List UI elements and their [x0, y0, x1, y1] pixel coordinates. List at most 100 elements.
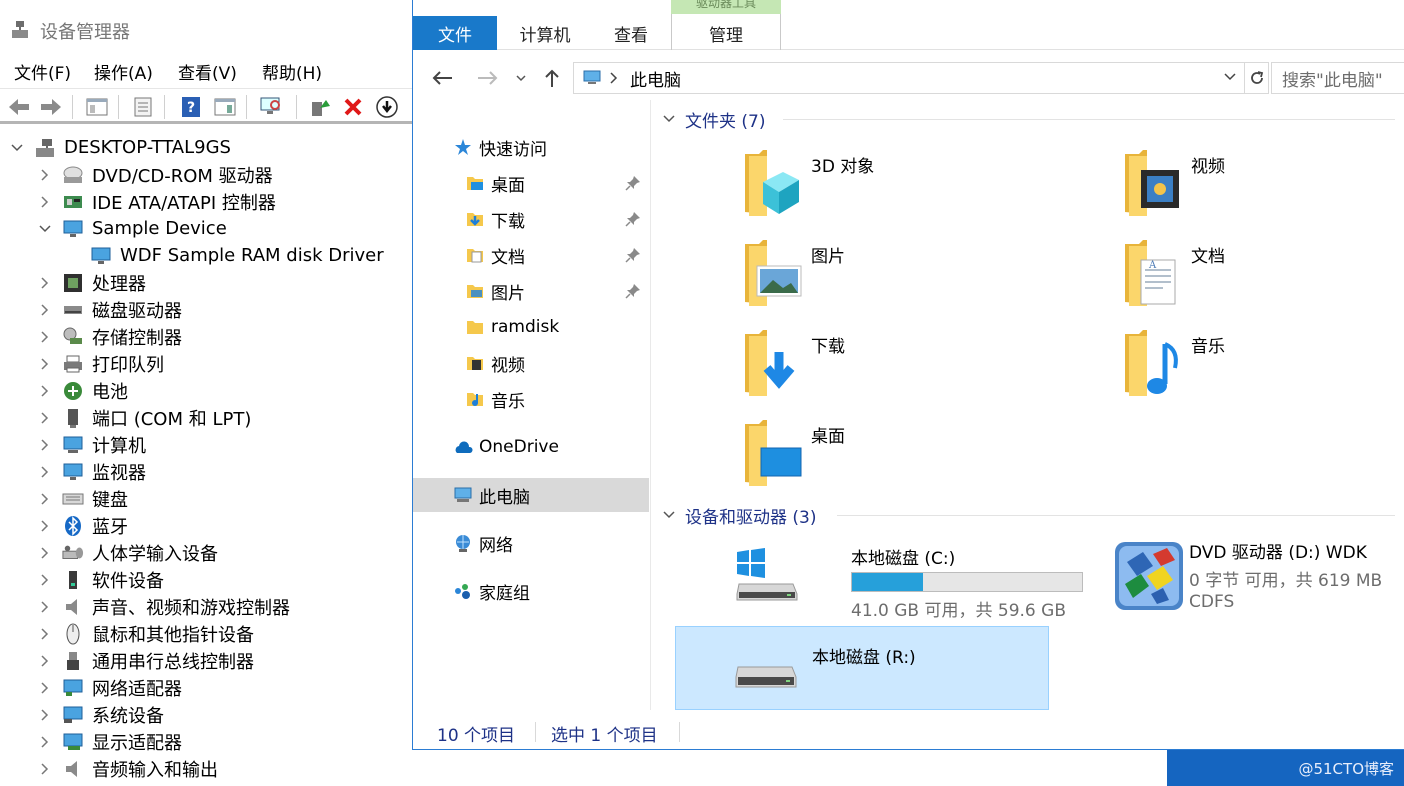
nav-quick-item[interactable]: 桌面 — [413, 166, 649, 200]
folder-tile[interactable]: A 文档 — [1123, 238, 1404, 318]
properties-button[interactable] — [130, 95, 156, 119]
chevron-right-icon[interactable] — [38, 465, 52, 479]
chevron-right-icon[interactable] — [38, 276, 52, 290]
chevron-right-icon[interactable] — [38, 303, 52, 317]
menu-help[interactable]: 帮助(H) — [262, 59, 322, 84]
tree-node[interactable]: 网络适配器 — [38, 674, 182, 701]
tree-node[interactable]: DVD/CD-ROM 驱动器 — [38, 161, 273, 188]
chevron-right-icon[interactable] — [38, 411, 52, 425]
tree-node[interactable]: 蓝牙 — [38, 512, 128, 539]
tree-node[interactable]: 音频输入和输出 — [38, 755, 218, 782]
tree-node[interactable]: 电池 — [38, 377, 128, 404]
uninstall-button[interactable] — [340, 95, 366, 119]
drives-group-header[interactable]: 设备和驱动器 (3) — [663, 502, 816, 528]
chevron-right-icon[interactable] — [38, 627, 52, 641]
update-driver-button[interactable] — [306, 95, 332, 119]
breadcrumb[interactable]: 此电脑 — [630, 66, 681, 91]
nav-quick-access[interactable]: 快速访问 — [413, 130, 649, 164]
tab-file[interactable]: 文件 — [413, 16, 497, 50]
folder-tile[interactable]: 3D 对象 — [743, 148, 1103, 228]
back-button[interactable] — [429, 66, 455, 90]
folder-tile[interactable]: 音乐 — [1123, 328, 1404, 408]
chevron-right-icon[interactable] — [38, 519, 52, 533]
chevron-right-icon[interactable] — [38, 681, 52, 695]
chevron-right-icon[interactable] — [38, 168, 52, 182]
folder-tile[interactable]: 图片 — [743, 238, 1103, 318]
tree-node[interactable]: IDE ATA/ATAPI 控制器 — [38, 188, 276, 215]
chevron-right-icon[interactable] — [38, 384, 52, 398]
nav-network[interactable]: 网络 — [413, 526, 649, 560]
chevron-right-icon[interactable] — [38, 492, 52, 506]
tree-node[interactable]: 磁盘驱动器 — [38, 296, 182, 323]
refresh-button[interactable] — [1245, 62, 1269, 94]
nav-quick-item[interactable]: 文档 — [413, 238, 649, 272]
tree-node[interactable]: 声音、视频和游戏控制器 — [38, 593, 290, 620]
tree-node[interactable]: 系统设备 — [38, 701, 164, 728]
show-hide-tree-button[interactable] — [84, 95, 110, 119]
pin-icon[interactable] — [625, 175, 641, 191]
chevron-down-icon[interactable] — [10, 141, 24, 155]
action-pane-button[interactable] — [212, 95, 238, 119]
nav-quick-item[interactable]: 视频 — [413, 346, 649, 380]
nav-quick-item[interactable]: 图片 — [413, 274, 649, 308]
menu-view[interactable]: 查看(V) — [178, 59, 237, 84]
nav-homegroup[interactable]: 家庭组 — [413, 574, 649, 608]
tree-node[interactable]: Sample Device — [38, 215, 227, 242]
chevron-right-icon[interactable] — [38, 600, 52, 614]
drive-c-tile[interactable]: 本地磁盘 (C:) 41.0 GB 可用，共 59.6 GB — [715, 532, 1089, 621]
tab-view[interactable]: 查看 — [595, 16, 667, 50]
chevron-right-icon[interactable] — [38, 708, 52, 722]
folder-tile[interactable]: 视频 — [1123, 148, 1404, 228]
forward-button[interactable] — [38, 95, 64, 119]
menu-file[interactable]: 文件(F) — [14, 59, 71, 84]
back-button[interactable] — [6, 95, 32, 119]
tree-node[interactable]: 处理器 — [38, 269, 146, 296]
folders-group-header[interactable]: 文件夹 (7) — [663, 106, 765, 132]
chevron-right-icon[interactable] — [38, 573, 52, 587]
tree-node[interactable]: 端口 (COM 和 LPT) — [38, 404, 251, 431]
nav-onedrive[interactable]: OneDrive — [413, 430, 649, 464]
tree-node[interactable]: 计算机 — [38, 431, 146, 458]
pin-icon[interactable] — [625, 247, 641, 263]
nav-this-pc[interactable]: 此电脑 — [413, 478, 649, 512]
forward-button[interactable] — [475, 66, 501, 90]
chevron-right-icon[interactable] — [38, 438, 52, 452]
chevron-down-icon[interactable] — [38, 222, 52, 236]
chevron-right-icon[interactable] — [38, 546, 52, 560]
tree-node[interactable]: 人体学输入设备 — [38, 539, 218, 566]
tree-child-node[interactable]: WDF Sample RAM disk Driver — [66, 242, 384, 269]
up-button[interactable] — [539, 66, 565, 90]
chevron-down-icon[interactable] — [1224, 73, 1236, 81]
chevron-right-icon[interactable] — [38, 195, 52, 209]
chevron-right-icon[interactable] — [38, 357, 52, 371]
chevron-right-icon[interactable] — [38, 735, 52, 749]
disable-device-button[interactable] — [374, 95, 400, 119]
tree-root[interactable]: DESKTOP-TTAL9GS — [10, 134, 231, 161]
menu-action[interactable]: 操作(A) — [94, 59, 153, 84]
search-input[interactable]: 搜索"此电脑" — [1271, 62, 1404, 94]
tab-manage[interactable]: 管理 — [671, 16, 781, 50]
drive-r-tile[interactable]: 本地磁盘 (R:) — [675, 626, 1049, 710]
scan-hardware-button[interactable] — [258, 95, 284, 119]
chevron-right-icon[interactable] — [38, 330, 52, 344]
folder-tile[interactable]: 桌面 — [743, 418, 1103, 498]
nav-quick-item[interactable]: ramdisk — [413, 310, 649, 344]
chevron-right-icon[interactable] — [38, 654, 52, 668]
nav-quick-item[interactable]: 下载 — [413, 202, 649, 236]
tab-computer[interactable]: 计算机 — [507, 16, 583, 50]
address-bar[interactable]: 此电脑 — [573, 62, 1245, 94]
pin-icon[interactable] — [625, 283, 641, 299]
tree-node[interactable]: 通用串行总线控制器 — [38, 647, 254, 674]
tree-node[interactable]: 键盘 — [38, 485, 128, 512]
drive-d-tile[interactable]: DVD 驱动器 (D:) WDK 0 字节 可用，共 619 MB CDFS — [1109, 532, 1404, 616]
pin-icon[interactable] — [625, 211, 641, 227]
chevron-right-icon[interactable] — [38, 762, 52, 776]
tree-node[interactable]: 显示适配器 — [38, 728, 182, 755]
help-button[interactable]: ? — [178, 95, 204, 119]
tree-node[interactable]: 鼠标和其他指针设备 — [38, 620, 254, 647]
recent-locations-button[interactable] — [513, 66, 529, 90]
tree-node[interactable]: 监视器 — [38, 458, 146, 485]
tree-node[interactable]: 软件设备 — [38, 566, 164, 593]
tree-node[interactable]: 打印队列 — [38, 350, 164, 377]
folder-tile[interactable]: 下载 — [743, 328, 1103, 408]
